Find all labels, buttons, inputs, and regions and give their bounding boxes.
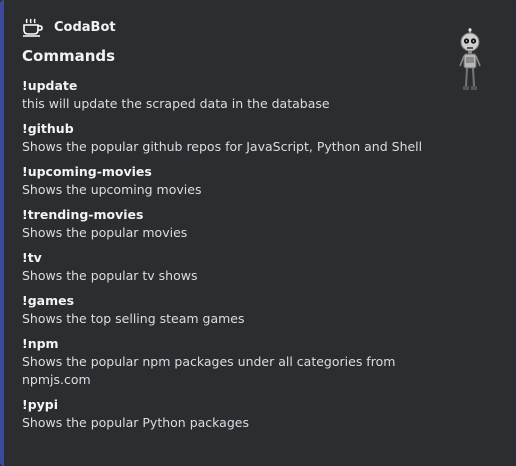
command-description: this will update the scraped data in the… [22,96,330,111]
command-field: !upcoming-movies Shows the upcoming movi… [22,163,442,199]
coffee-cup-icon [22,17,44,37]
command-description: Shows the popular npm packages under all… [22,354,396,387]
command-description: Shows the popular github repos for JavaS… [22,139,423,154]
command-field: !npm Shows the popular npm packages unde… [22,335,442,389]
command-name: !tv [22,250,42,265]
command-name: !npm [22,336,59,351]
author-name[interactable]: CodaBot [54,20,116,35]
command-name: !trending-movies [22,207,144,222]
bot-embed: CodaBot Commands !update this will updat… [0,0,516,466]
command-name: !pypi [22,397,59,412]
command-field: !games Shows the top selling steam games [22,292,442,328]
robot-thumbnail[interactable] [458,28,482,92]
command-field: !github Shows the popular github repos f… [22,120,442,156]
command-description: Shows the popular movies [22,225,188,240]
command-description: Shows the upcoming movies [22,182,202,197]
command-field: !pypi Shows the popular Python packages [22,396,442,432]
command-description: Shows the popular tv shows [22,268,198,283]
command-field: !trending-movies Shows the popular movie… [22,206,442,242]
command-name: !github [22,121,74,136]
embed-fields: !update this will update the scraped dat… [22,77,442,439]
command-description: Shows the popular Python packages [22,415,249,430]
command-field: !update this will update the scraped dat… [22,77,442,113]
command-name: !update [22,78,78,93]
command-description: Shows the top selling steam games [22,311,245,326]
embed-title: Commands [22,47,116,65]
command-name: !upcoming-movies [22,164,152,179]
embed-author: CodaBot [22,16,116,38]
command-field: !tv Shows the popular tv shows [22,249,442,285]
command-name: !games [22,293,75,308]
